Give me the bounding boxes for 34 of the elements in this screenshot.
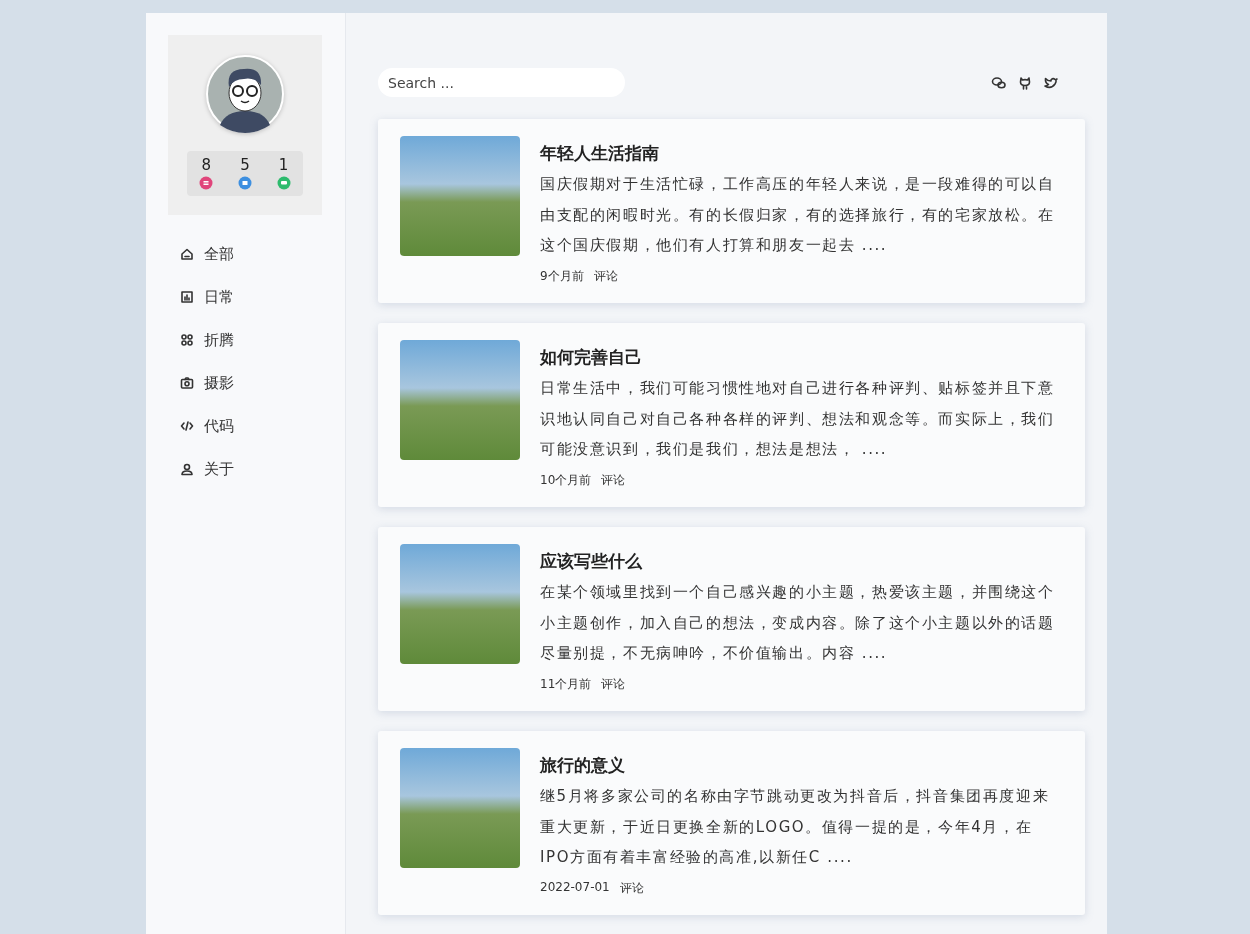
comments-link[interactable]: 评论 xyxy=(601,471,626,489)
comments-link[interactable]: 评论 xyxy=(601,675,626,693)
stat-count: 5 xyxy=(240,157,250,174)
search-field[interactable]: Search ... xyxy=(378,68,625,97)
post-date: 9个月前 xyxy=(540,267,584,285)
code-icon xyxy=(180,419,194,433)
nav-link[interactable]: 日常 xyxy=(180,286,234,308)
comments-link[interactable]: 评论 xyxy=(619,879,644,897)
post-date: 11个月前 xyxy=(540,675,592,693)
grid-icon xyxy=(180,333,194,347)
post-date: 2022-07-01 xyxy=(540,879,610,896)
post-title[interactable]: 年轻人生活指南 xyxy=(540,140,659,166)
user-icon xyxy=(180,462,194,476)
post-excerpt: 日常生活中，我们可能习惯性地对自己进行各种评判、贴标签并且下意识地认同自己对自己各种各样的评判、想法和观念等。而实际上，我们可能没意识到，我们是我们，想法是想法， .... xyxy=(540,378,1056,460)
wechat-icon[interactable] xyxy=(991,74,1007,91)
stat-count: 8 xyxy=(201,157,212,174)
comments-link[interactable]: 评论 xyxy=(593,267,618,285)
nav-link[interactable]: 关于 xyxy=(180,458,234,480)
post-excerpt: 继5月将多家公司的名称由字节跳动更改为抖音后，抖音集团再度迎来重大更新，于近日更换全新的LOGO。值得一提的是，今年4月，在IPO方面有着丰富经验的高准,以新任C .... xyxy=(540,786,1051,868)
github-icon[interactable] xyxy=(1017,74,1033,91)
post-excerpt: 国庆假期对于生活忙碌，工作高压的年轻人来说，是一段难得的可以自由支配的闲暇时光。有的长假归家，有的选择旅行，有的宅家放松。在这个国庆假期，他们有人打算和朋友一起去 .... xyxy=(540,174,1056,256)
camera-icon xyxy=(180,376,194,390)
post-excerpt: 在某个领域里找到一个自己感兴趣的小主题，热爱该主题，并围绕这个小主题创作，加入自己的想法，变成内容。除了这个小主题以外的话题尽量别提，不无病呻吟，不价值输出。内容 .... xyxy=(540,582,1056,664)
nav-link[interactable]: 全部 xyxy=(180,243,234,265)
chart-icon xyxy=(180,290,194,304)
home-icon xyxy=(180,247,194,261)
nav-link[interactable]: 代码 xyxy=(180,415,234,437)
stat-count: 1 xyxy=(278,157,289,174)
post-title[interactable]: 旅行的意义 xyxy=(540,752,625,778)
post-date: 10个月前 xyxy=(540,471,592,489)
nav-link[interactable]: 摄影 xyxy=(180,372,234,394)
nav-link[interactable]: 折腾 xyxy=(180,329,234,351)
post-title[interactable]: 如何完善自己 xyxy=(540,344,642,370)
post-title[interactable]: 应该写些什么 xyxy=(540,548,642,574)
